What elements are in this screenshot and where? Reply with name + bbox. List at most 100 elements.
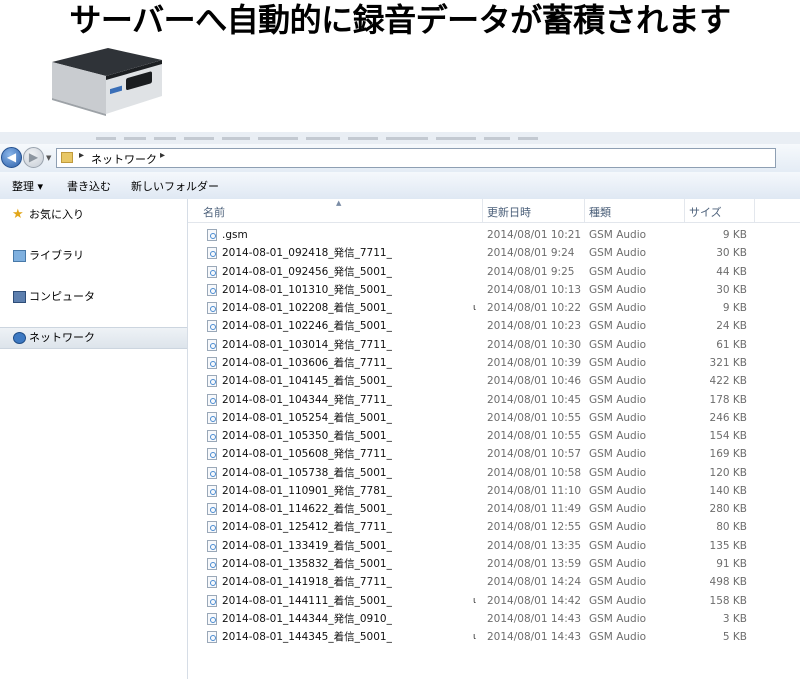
gsm-audio-file-icon bbox=[207, 521, 217, 534]
chevron-right-icon[interactable]: ▸ bbox=[79, 150, 84, 161]
column-header-name[interactable]: 名前 bbox=[203, 204, 225, 220]
file-list: ▲ 名前 更新日時 種類 サイズ .gsm 2014/08/01 10:21 GSM… bbox=[188, 199, 800, 679]
explorer-window: ◀ ▶ ▼ ▸ ネットワーク ▸ 整理 ▾ 書き込む 新しいフォルダー ★ お気… bbox=[0, 132, 800, 679]
file-name: .gsm bbox=[222, 229, 248, 241]
file-row[interactable]: 2014-08-01_144111_着信_5001_ 2014/08/01 14:… bbox=[188, 592, 800, 610]
file-name: 2014-08-01_104344_発信_7711_ bbox=[222, 393, 392, 406]
nav-item-computer[interactable]: コンピュータ bbox=[0, 287, 187, 307]
row-mark: ι bbox=[473, 595, 477, 606]
gsm-audio-file-icon bbox=[207, 484, 217, 497]
gsm-audio-file-icon bbox=[207, 430, 217, 443]
file-row[interactable]: 2014-08-01_102246_着信_5001_ 2014/08/01 10:… bbox=[188, 317, 800, 335]
chevron-right-icon[interactable]: ▸ bbox=[160, 150, 165, 161]
file-row[interactable]: 2014-08-01_092456_発信_5001_ 2014/08/01 9:2… bbox=[188, 263, 800, 281]
file-date: 2014/08/01 9:25 bbox=[487, 265, 575, 278]
file-type: GSM Audio bbox=[589, 503, 647, 516]
breadcrumb-network[interactable]: ネットワーク bbox=[91, 151, 157, 167]
file-row[interactable]: 2014-08-01_133419_着信_5001_ 2014/08/01 13:… bbox=[188, 537, 800, 555]
file-row[interactable]: .gsm 2014/08/01 10:21 GSM Audio 9 KB bbox=[188, 226, 800, 244]
organize-button[interactable]: 整理 ▾ bbox=[12, 178, 43, 194]
file-type: GSM Audio bbox=[589, 338, 647, 351]
file-size: 30 KB bbox=[716, 247, 747, 260]
file-date: 2014/08/01 10:22 bbox=[487, 302, 582, 315]
address-bar[interactable]: ▸ ネットワーク ▸ bbox=[56, 148, 776, 168]
file-name: 2014-08-01_103606_着信_7711_ bbox=[222, 356, 392, 369]
file-row[interactable]: 2014-08-01_114622_着信_5001_ 2014/08/01 11:… bbox=[188, 500, 800, 518]
nav-item-label: コンピュータ bbox=[29, 290, 95, 303]
column-header-type[interactable]: 種類 bbox=[589, 204, 611, 220]
file-name: 2014-08-01_102208_着信_5001_ bbox=[222, 302, 392, 315]
gsm-audio-file-icon bbox=[207, 283, 217, 296]
column-header-size[interactable]: サイズ bbox=[689, 204, 722, 220]
file-row[interactable]: 2014-08-01_103014_発信_7711_ 2014/08/01 10:… bbox=[188, 336, 800, 354]
file-row[interactable]: 2014-08-01_141918_着信_7711_ 2014/08/01 14:… bbox=[188, 573, 800, 591]
file-name: 2014-08-01_092418_発信_7711_ bbox=[222, 247, 392, 260]
file-name: 2014-08-01_105350_着信_5001_ bbox=[222, 430, 392, 443]
file-row[interactable]: 2014-08-01_105738_着信_5001_ 2014/08/01 10:… bbox=[188, 464, 800, 482]
gsm-audio-file-icon bbox=[207, 558, 217, 571]
gsm-audio-file-icon bbox=[207, 448, 217, 461]
file-size: 61 KB bbox=[716, 338, 747, 351]
computer-icon bbox=[13, 291, 26, 303]
file-date: 2014/08/01 10:58 bbox=[487, 466, 582, 479]
file-type: GSM Audio bbox=[589, 375, 647, 388]
file-row[interactable]: 2014-08-01_105608_発信_7711_ 2014/08/01 10:… bbox=[188, 445, 800, 463]
file-name: 2014-08-01_144111_着信_5001_ bbox=[222, 594, 392, 607]
file-row[interactable]: 2014-08-01_110901_発信_7781_ 2014/08/01 11:… bbox=[188, 482, 800, 500]
file-name: 2014-08-01_092456_発信_5001_ bbox=[222, 265, 392, 278]
gsm-audio-file-icon bbox=[207, 265, 217, 278]
address-row: ◀ ▶ ▼ ▸ ネットワーク ▸ bbox=[0, 144, 800, 172]
file-row[interactable]: 2014-08-01_103606_着信_7711_ 2014/08/01 10:… bbox=[188, 354, 800, 372]
column-header-date[interactable]: 更新日時 bbox=[487, 204, 531, 220]
file-name: 2014-08-01_101310_発信_5001_ bbox=[222, 283, 392, 296]
file-type: GSM Audio bbox=[589, 411, 647, 424]
gsm-audio-file-icon bbox=[207, 302, 217, 315]
file-name: 2014-08-01_144345_着信_5001_ bbox=[222, 631, 392, 644]
file-type: GSM Audio bbox=[589, 320, 647, 333]
gsm-audio-file-icon bbox=[207, 375, 217, 388]
file-type: GSM Audio bbox=[589, 576, 647, 589]
file-size: 120 KB bbox=[709, 466, 747, 479]
new-folder-button[interactable]: 新しいフォルダー bbox=[131, 178, 219, 194]
file-row[interactable]: 2014-08-01_105254_着信_5001_ 2014/08/01 10:… bbox=[188, 409, 800, 427]
file-date: 2014/08/01 10:13 bbox=[487, 283, 582, 296]
file-row[interactable]: 2014-08-01_104145_着信_5001_ 2014/08/01 10:… bbox=[188, 372, 800, 390]
nav-item-network[interactable]: ネットワーク bbox=[0, 327, 187, 349]
file-name: 2014-08-01_103014_発信_7711_ bbox=[222, 338, 392, 351]
file-row[interactable]: 2014-08-01_125412_着信_7711_ 2014/08/01 12:… bbox=[188, 518, 800, 536]
file-type: GSM Audio bbox=[589, 393, 647, 406]
file-type: GSM Audio bbox=[589, 631, 647, 644]
history-dropdown-icon[interactable]: ▼ bbox=[46, 154, 51, 162]
folder-icon bbox=[61, 152, 73, 163]
file-row[interactable]: 2014-08-01_101310_発信_5001_ 2014/08/01 10:… bbox=[188, 281, 800, 299]
file-row[interactable]: 2014-08-01_102208_着信_5001_ 2014/08/01 10:… bbox=[188, 299, 800, 317]
file-name: 2014-08-01_105608_発信_7711_ bbox=[222, 448, 392, 461]
file-type: GSM Audio bbox=[589, 612, 647, 625]
file-size: 9 KB bbox=[722, 302, 747, 315]
file-type: GSM Audio bbox=[589, 466, 647, 479]
nav-item-favorites[interactable]: ★ お気に入り bbox=[0, 205, 187, 225]
file-size: 154 KB bbox=[709, 430, 747, 443]
file-type: GSM Audio bbox=[589, 484, 647, 497]
file-row[interactable]: 2014-08-01_144344_発信_0910_ 2014/08/01 14:… bbox=[188, 610, 800, 628]
file-size: 30 KB bbox=[716, 283, 747, 296]
burn-button[interactable]: 書き込む bbox=[67, 178, 111, 194]
file-row[interactable]: 2014-08-01_135832_着信_5001_ 2014/08/01 13:… bbox=[188, 555, 800, 573]
file-date: 2014/08/01 10:23 bbox=[487, 320, 582, 333]
sort-ascending-icon: ▲ bbox=[336, 199, 342, 207]
file-row[interactable]: 2014-08-01_104344_発信_7711_ 2014/08/01 10:… bbox=[188, 391, 800, 409]
forward-button[interactable]: ▶ bbox=[23, 147, 44, 168]
nav-item-libraries[interactable]: ライブラリ bbox=[0, 246, 187, 266]
file-row[interactable]: 2014-08-01_144345_着信_5001_ 2014/08/01 14:… bbox=[188, 628, 800, 646]
file-row[interactable]: 2014-08-01_105350_着信_5001_ 2014/08/01 10:… bbox=[188, 427, 800, 445]
navigation-pane: ★ お気に入り ライブラリ コンピュータ ネットワーク bbox=[0, 199, 188, 679]
back-button[interactable]: ◀ bbox=[1, 147, 22, 168]
gsm-audio-file-icon bbox=[207, 612, 217, 625]
file-name: 2014-08-01_105738_着信_5001_ bbox=[222, 466, 392, 479]
file-name: 2014-08-01_125412_着信_7711_ bbox=[222, 521, 392, 534]
file-row[interactable]: 2014-08-01_092418_発信_7711_ 2014/08/01 9:2… bbox=[188, 244, 800, 262]
file-type: GSM Audio bbox=[589, 265, 647, 278]
file-type: GSM Audio bbox=[589, 539, 647, 552]
file-size: 135 KB bbox=[709, 539, 747, 552]
gsm-audio-file-icon bbox=[207, 503, 217, 516]
